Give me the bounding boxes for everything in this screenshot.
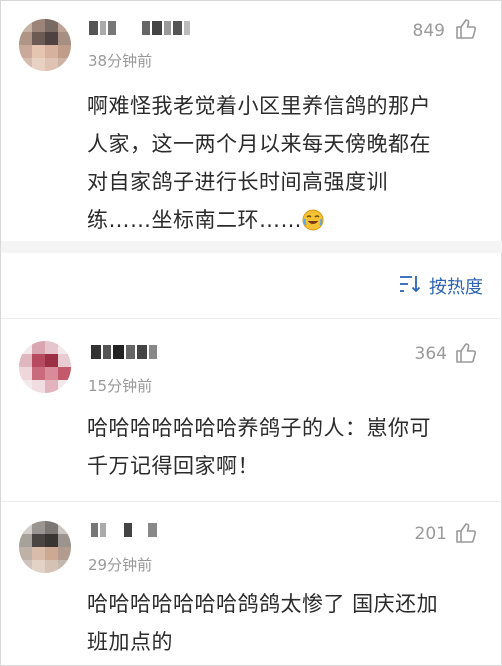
comment-line-with-emoji: 练……坐标南二环…… [87, 201, 481, 239]
sort-label: 按热度 [429, 277, 483, 298]
comment-text: 哈哈哈哈哈哈哈鸽鸽太惨了 国庆还加 班加点的 [87, 585, 481, 661]
divider [1, 501, 502, 502]
sort-icon [399, 274, 421, 299]
like-count: 201 [414, 524, 447, 544]
username-obscured[interactable] [89, 21, 190, 35]
comment-line: 哈哈哈哈哈哈哈鸽鸽太惨了 国庆还加 [87, 592, 439, 616]
section-separator [1, 241, 502, 253]
comment-line: 对自家鸽子进行长时间高强度训 [87, 170, 388, 194]
avatar[interactable] [19, 521, 71, 573]
comment-time: 38分钟前 [88, 52, 153, 70]
comment-line: 啊难怪我老觉着小区里养信鸽的那户 [87, 94, 431, 118]
like-count: 849 [412, 21, 445, 41]
divider [1, 318, 502, 319]
thumbs-up-icon[interactable] [455, 342, 477, 364]
comment-line: 练……坐标南二环…… [87, 208, 302, 232]
comment-line: 人家，这一两个月以来每天傍晚都在 [87, 132, 431, 156]
comment-line: 哈哈哈哈哈哈哈养鸽子的人：崽你可 [87, 416, 431, 440]
thumbs-up-icon[interactable] [455, 18, 477, 40]
comment-line: 班加点的 [87, 630, 173, 654]
comment-text: 啊难怪我老觉着小区里养信鸽的那户 人家，这一两个月以来每天傍晚都在 对自家鸽子进… [87, 87, 481, 239]
laughing-crying-icon [302, 205, 324, 231]
sort-toggle[interactable]: 按热度 [399, 273, 483, 299]
avatar[interactable] [19, 341, 71, 393]
avatar[interactable] [19, 19, 71, 71]
username-obscured[interactable] [91, 523, 157, 537]
comment-time: 29分钟前 [88, 556, 153, 574]
comment-feed: 38分钟前 849 啊难怪我老觉着小区里养信鸽的那户 人家，这一两个月以来每天傍… [0, 0, 502, 666]
comment-time: 15分钟前 [88, 377, 153, 395]
like-count: 364 [414, 344, 447, 364]
comment-line: 千万记得回家啊！ [87, 454, 259, 478]
username-obscured[interactable] [91, 345, 157, 359]
comment-text: 哈哈哈哈哈哈哈养鸽子的人：崽你可 千万记得回家啊！ [87, 409, 481, 485]
thumbs-up-icon[interactable] [455, 522, 477, 544]
